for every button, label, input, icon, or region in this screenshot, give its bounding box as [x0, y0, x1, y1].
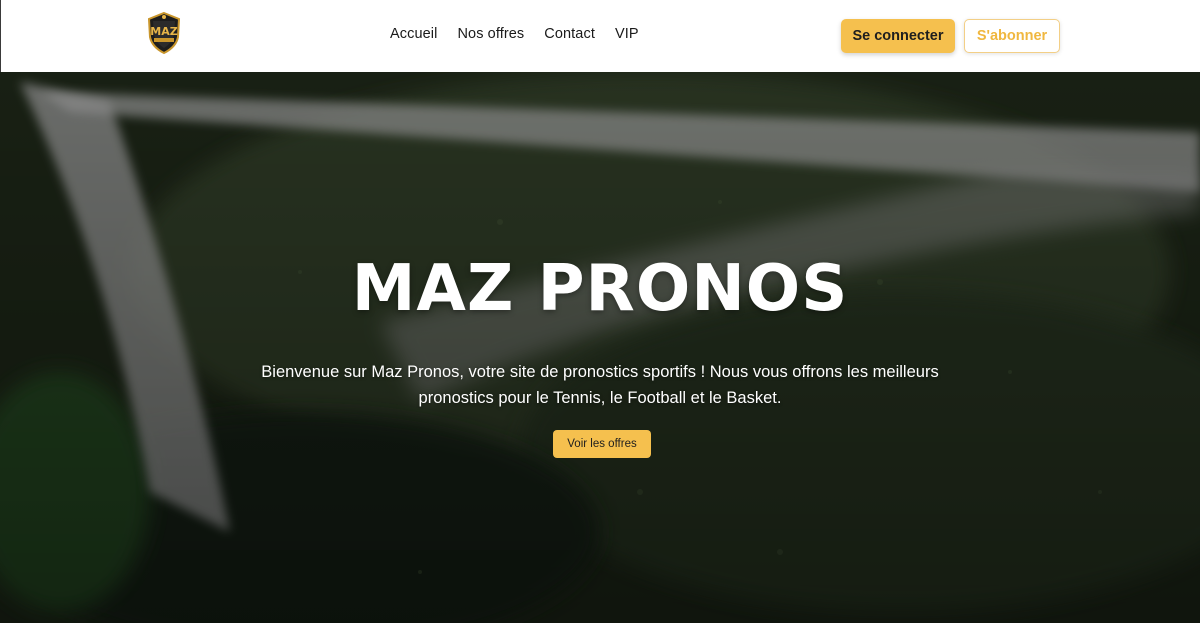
subscribe-button[interactable]: S'abonner	[964, 19, 1060, 53]
main-nav: Accueil Nos offres Contact VIP	[390, 26, 639, 42]
login-button[interactable]: Se connecter	[841, 19, 955, 53]
maz-logo[interactable]: MAZ	[145, 11, 183, 55]
nav-item-vip[interactable]: VIP	[615, 26, 639, 42]
view-offers-button[interactable]: Voir les offres	[553, 430, 651, 458]
hero-section	[0, 72, 1200, 623]
nav-item-contact[interactable]: Contact	[544, 26, 595, 42]
site-header: MAZ Accueil Nos offres Contact VIP Se co…	[0, 0, 1200, 72]
nav-item-nos-offres[interactable]: Nos offres	[457, 26, 524, 42]
shield-crest-logo-icon: MAZ	[147, 11, 181, 55]
hero-description: Bienvenue sur Maz Pronos, votre site de …	[261, 363, 939, 407]
nav-item-accueil[interactable]: Accueil	[390, 26, 437, 42]
hero-title: MAZ PRONOS	[351, 252, 849, 326]
logo-text: MAZ	[150, 25, 177, 38]
hero-dark-overlay	[0, 72, 1200, 623]
